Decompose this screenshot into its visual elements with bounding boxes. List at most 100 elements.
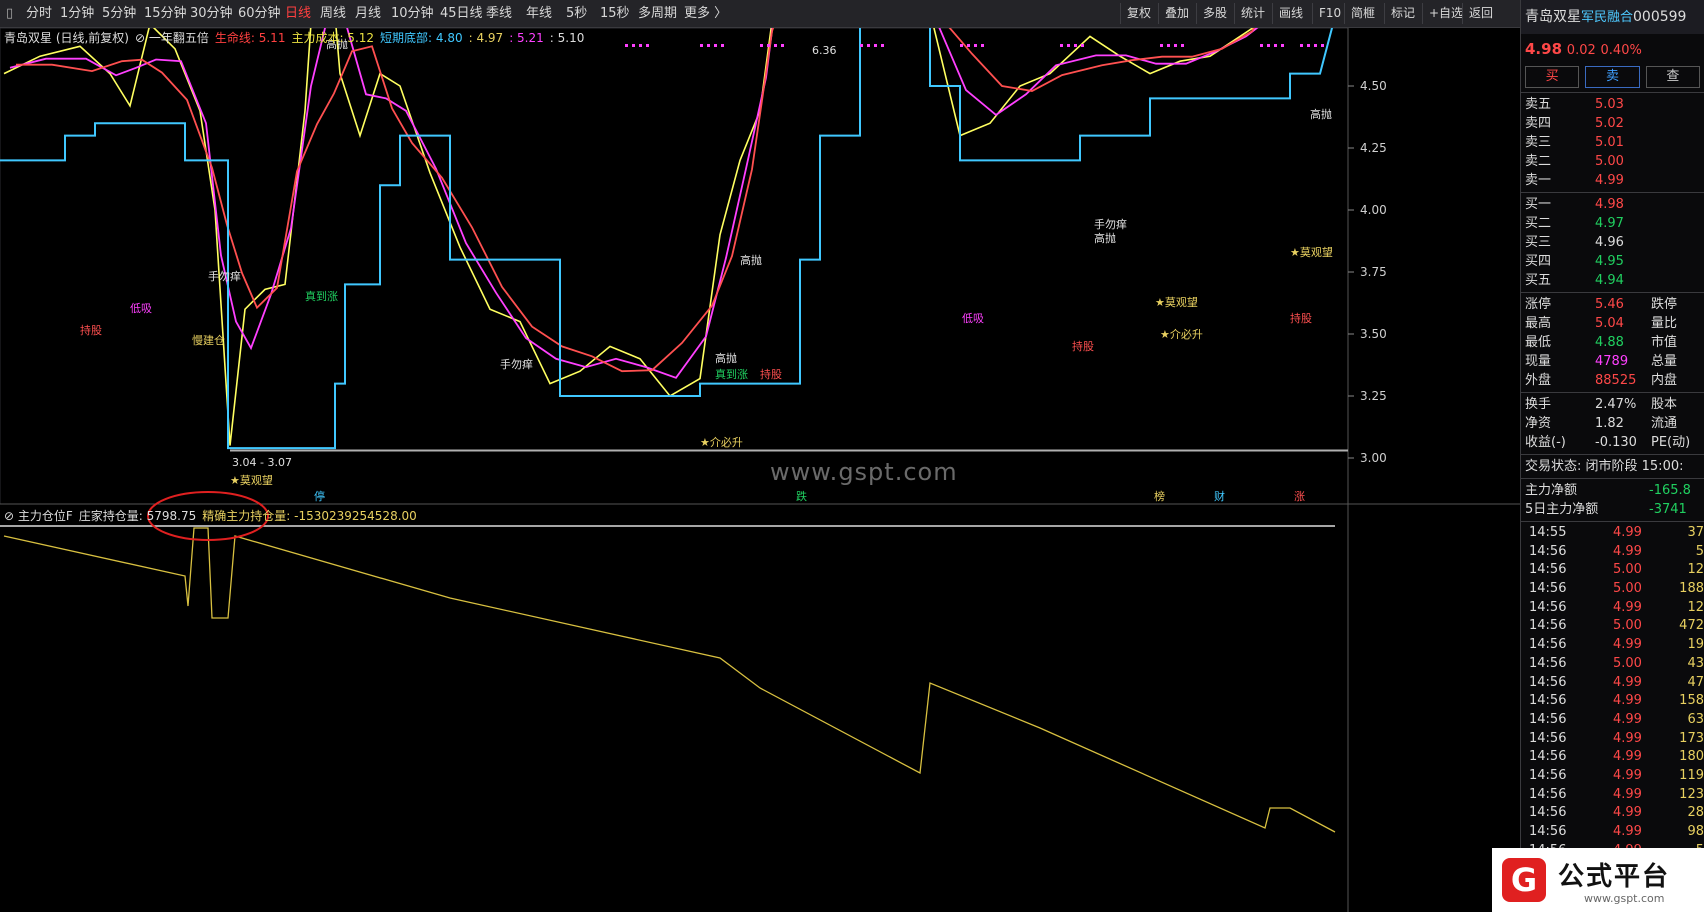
period-tab[interactable]: 60分钟 bbox=[238, 0, 281, 28]
stat-label: 现量 bbox=[1525, 354, 1552, 369]
bottom-mark: 涨 bbox=[1294, 490, 1305, 503]
tick-time: 14:56 bbox=[1529, 581, 1567, 597]
tick-price: 4.99 bbox=[1613, 824, 1642, 839]
period-tab[interactable]: 5秒 bbox=[566, 0, 587, 28]
toolbar-action-button[interactable]: 统计 bbox=[1234, 3, 1271, 24]
signal-dot bbox=[881, 44, 884, 47]
price-axis-label: 3.50 bbox=[1360, 327, 1387, 341]
signal-dot bbox=[1307, 44, 1310, 47]
bid-label: 买二 bbox=[1525, 216, 1552, 231]
signal-label: 持股 bbox=[1290, 311, 1312, 325]
signal-label: 高抛 bbox=[740, 253, 762, 267]
sell-button[interactable]: 卖 bbox=[1585, 66, 1640, 88]
legend-value: : 4.97 bbox=[468, 31, 504, 45]
kline-chart[interactable]: 6.005.755.505.255.004.754.504.254.003.75… bbox=[0, 28, 1520, 912]
bid-label: 买四 bbox=[1525, 254, 1552, 269]
query-button[interactable]: 查 bbox=[1645, 66, 1700, 88]
chart-title: 青岛双星 (日线,前复权) bbox=[4, 31, 129, 45]
divider bbox=[1521, 392, 1704, 393]
toolbar-action-button[interactable]: F10 bbox=[1312, 3, 1347, 24]
indicator-name[interactable]: ⊘ 一年翻五倍 bbox=[135, 31, 209, 45]
toolbar-action-button[interactable]: 复权 bbox=[1120, 3, 1157, 24]
sector-tag[interactable]: 军民融合 bbox=[1581, 10, 1633, 25]
period-tab[interactable]: 月线 bbox=[355, 0, 381, 28]
fundamental-row: 收益(-) -0.130 PE(动) bbox=[1521, 433, 1704, 452]
signal-label: 持股 bbox=[1072, 339, 1094, 353]
period-tab[interactable]: 30分钟 bbox=[190, 0, 233, 28]
period-tab[interactable]: 日线 bbox=[285, 0, 311, 28]
fund-value: 1.82 bbox=[1595, 416, 1624, 431]
trade-buttons: 买卖查 bbox=[1521, 64, 1704, 90]
stat-row: 外盘 88525 内盘 bbox=[1521, 371, 1704, 390]
last-price: 4.98 bbox=[1525, 40, 1563, 58]
sub-legend-value: 精确主力持仓量: -1530239254528.00 bbox=[202, 509, 417, 523]
period-tab[interactable]: 年线 bbox=[526, 0, 552, 28]
period-tab[interactable]: 更多 〉 bbox=[684, 0, 727, 28]
ask-row: 卖一 4.99 bbox=[1521, 171, 1704, 190]
kline-chart-area[interactable]: 6.005.755.505.255.004.754.504.254.003.75… bbox=[0, 28, 1520, 912]
bid-price: 4.95 bbox=[1595, 254, 1624, 269]
tick-volume: 43 bbox=[1687, 655, 1704, 671]
buy-button[interactable]: 买 bbox=[1525, 66, 1580, 88]
signal-label: 高抛 bbox=[1310, 107, 1332, 121]
divider bbox=[1521, 92, 1704, 93]
tick-price: 4.99 bbox=[1613, 693, 1642, 709]
period-tab[interactable]: 15分钟 bbox=[144, 0, 187, 28]
tick-time: 14:56 bbox=[1529, 824, 1567, 839]
tick-time: 14:56 bbox=[1529, 730, 1567, 746]
toolbar-action-button[interactable]: 简榧 bbox=[1344, 3, 1381, 24]
signal-dot bbox=[860, 44, 863, 47]
signal-dot bbox=[1081, 44, 1084, 47]
tick-row: 14:56 5.00 43 bbox=[1521, 655, 1704, 674]
period-tab[interactable]: 15秒 bbox=[600, 0, 630, 28]
signal-dot bbox=[1160, 44, 1163, 47]
toolbar-action-button[interactable]: 多股 bbox=[1196, 3, 1233, 24]
signal-label: 慢建仓 bbox=[192, 333, 225, 347]
tick-price: 4.99 bbox=[1613, 730, 1642, 746]
toolbar-action-button[interactable]: 画线 bbox=[1272, 3, 1309, 24]
ask-row: 卖五 5.03 bbox=[1521, 95, 1704, 114]
signal-dot bbox=[1067, 44, 1070, 47]
divider bbox=[1521, 454, 1704, 455]
period-tab[interactable]: 多周期 bbox=[638, 0, 677, 28]
period-tab[interactable]: 分时 bbox=[26, 0, 52, 28]
tick-volume: 472 bbox=[1679, 618, 1704, 634]
signal-dot bbox=[974, 44, 977, 47]
tick-volume: 98 bbox=[1687, 824, 1704, 839]
toolbar-action-button[interactable]: 返回 bbox=[1462, 3, 1499, 24]
toolbar-action-button[interactable]: 叠加 bbox=[1158, 3, 1195, 24]
tick-price: 4.99 bbox=[1613, 767, 1642, 783]
signal-dot bbox=[1074, 44, 1077, 47]
signal-dot bbox=[1174, 44, 1177, 47]
toolbar-menu-icon[interactable]: ▯ bbox=[6, 0, 13, 28]
period-tab[interactable]: 季线 bbox=[486, 0, 512, 28]
toolbar-action-button[interactable]: 标记 bbox=[1384, 3, 1421, 24]
bid-label: 买三 bbox=[1525, 235, 1552, 250]
price-axis-label: 4.25 bbox=[1360, 141, 1387, 155]
price-axis-label: 4.50 bbox=[1360, 79, 1387, 93]
ask-label: 卖四 bbox=[1525, 116, 1552, 131]
fund-label-right: PE(动) bbox=[1651, 435, 1691, 450]
ask-row: 卖三 5.01 bbox=[1521, 133, 1704, 152]
period-tab[interactable]: 周线 bbox=[320, 0, 346, 28]
signal-dot bbox=[639, 44, 642, 47]
tick-price: 4.99 bbox=[1613, 749, 1642, 765]
flow-value: -165.8 bbox=[1649, 483, 1691, 498]
legend-value: : 5.21 bbox=[509, 31, 544, 45]
tick-row: 14:56 4.99 28 bbox=[1521, 804, 1704, 823]
stat-row: 现量 4789 总量 bbox=[1521, 352, 1704, 371]
fundamental-row: 净资 1.82 流通 bbox=[1521, 414, 1704, 433]
bid-row: 买五 4.94 bbox=[1521, 271, 1704, 290]
ask-row: 卖四 5.02 bbox=[1521, 114, 1704, 133]
ask-price: 5.00 bbox=[1595, 154, 1624, 169]
sub-indicator-name[interactable]: ⊘ 主力仓位F bbox=[4, 509, 73, 523]
stat-label-right: 总量 bbox=[1651, 354, 1678, 369]
divider bbox=[1521, 192, 1704, 193]
period-tab[interactable]: 45日线 bbox=[440, 0, 483, 28]
tick-row: 14:56 4.99 19 bbox=[1521, 636, 1704, 655]
period-tab[interactable]: 5分钟 bbox=[102, 0, 136, 28]
period-tab[interactable]: 10分钟 bbox=[391, 0, 434, 28]
period-tab[interactable]: 1分钟 bbox=[60, 0, 94, 28]
tick-volume: 123 bbox=[1679, 786, 1704, 802]
flow-value: -3741 bbox=[1649, 502, 1687, 517]
